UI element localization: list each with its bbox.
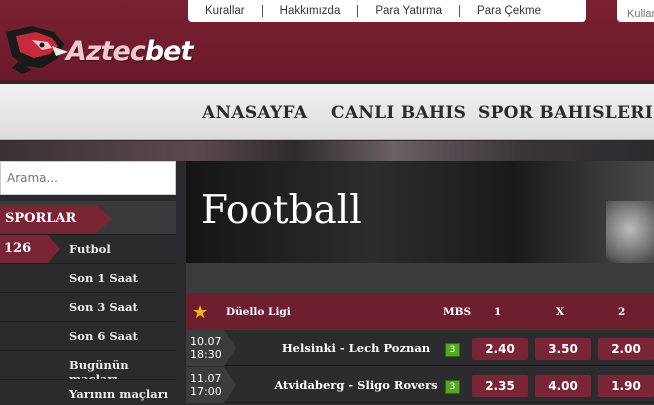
top-links-bar: Kurallar Hakkımızda Para Yatırma Para Çe… xyxy=(188,0,586,22)
main-nav: ANASAYFA CANLI BAHIS SPOR BAHISLERI xyxy=(0,84,654,140)
odd-button-home[interactable]: 2.40 xyxy=(472,338,528,360)
page-title: Football xyxy=(201,188,362,233)
sidebar-item-tomorrow[interactable]: Yarının maçları xyxy=(0,379,176,405)
sports-sidebar: SPORLAR 126 Futbol Son 1 Saat Son 3 Saat… xyxy=(0,201,176,405)
match-date: 10.07 xyxy=(190,335,222,348)
top-link-deposit[interactable]: Para Yatırma xyxy=(358,5,461,17)
search-input[interactable] xyxy=(0,161,176,195)
top-link-about[interactable]: Hakkımızda xyxy=(263,5,359,17)
main-content: Football ★ Düello Ligi MBS 1 X 2 10.07 1… xyxy=(186,161,654,405)
match-row[interactable]: 11.07 17:00 Atvidaberg - Sligo Rovers 3 … xyxy=(186,367,654,403)
sidebar-item-last-6h[interactable]: Son 6 Saat xyxy=(0,321,176,350)
logo-text-bet: bet xyxy=(144,36,194,67)
nav-sports-betting[interactable]: SPOR BAHISLERI xyxy=(478,103,653,123)
odd-button-home[interactable]: 2.35 xyxy=(472,375,528,397)
sidebar-item-label: Son 1 Saat xyxy=(69,271,138,285)
site-logo[interactable]: Aztecbet xyxy=(2,22,202,78)
odd-button-away[interactable]: 1.90 xyxy=(598,375,654,397)
sidebar-item-label: Futbol xyxy=(69,242,111,256)
logo-text-aztec: Aztec xyxy=(66,36,146,67)
match-time: 18:30 xyxy=(190,348,222,361)
league-header: ★ Düello Ligi MBS 1 X 2 xyxy=(186,293,654,330)
mbs-badge: 3 xyxy=(445,343,460,357)
top-link-rules[interactable]: Kurallar xyxy=(188,5,263,17)
mbs-badge: 3 xyxy=(445,380,460,394)
banner-strip xyxy=(0,141,654,161)
column-header-x: X xyxy=(556,306,565,318)
match-datetime: 10.07 18:30 xyxy=(190,335,222,361)
star-icon[interactable]: ★ xyxy=(192,302,208,323)
league-name: Düello Ligi xyxy=(226,306,291,318)
match-teams[interactable]: Helsinki - Lech Poznan xyxy=(246,341,466,355)
column-header-1: 1 xyxy=(494,306,502,318)
sidebar-item-last-3h[interactable]: Son 3 Saat xyxy=(0,292,176,321)
site-header: Kurallar Hakkımızda Para Yatırma Para Çe… xyxy=(0,0,654,82)
sidebar-item-last-1h[interactable]: Son 1 Saat xyxy=(0,263,176,292)
eagle-mask-icon xyxy=(6,26,68,74)
nav-home[interactable]: ANASAYFA xyxy=(202,103,307,123)
sidebar-item-football[interactable]: 126 Futbol xyxy=(0,234,176,263)
sport-hero-banner: Football xyxy=(186,161,654,263)
football-count: 126 xyxy=(4,241,32,256)
odd-button-away[interactable]: 2.00 xyxy=(598,338,654,360)
match-date: 11.07 xyxy=(190,372,222,385)
username-input[interactable] xyxy=(617,0,654,22)
odd-button-draw[interactable]: 4.00 xyxy=(535,375,591,397)
sports-section-label: SPORLAR xyxy=(5,211,77,226)
sidebar-item-today[interactable]: Bugünün maçları xyxy=(0,350,176,386)
toolbar-strip xyxy=(186,263,654,293)
match-time: 17:00 xyxy=(190,385,222,398)
match-teams[interactable]: Atvidaberg - Sligo Rovers xyxy=(246,378,466,392)
sidebar-item-label: Son 3 Saat xyxy=(69,300,138,314)
column-header-2: 2 xyxy=(618,306,626,318)
match-row[interactable]: 10.07 18:30 Helsinki - Lech Poznan 3 2.4… xyxy=(186,330,654,366)
hero-player-image xyxy=(606,201,654,263)
top-link-withdraw[interactable]: Para Çekme xyxy=(460,5,558,17)
odd-button-draw[interactable]: 3.50 xyxy=(535,338,591,360)
sidebar-item-label: Yarının maçları xyxy=(69,387,169,401)
logo-wordmark: Aztecbet xyxy=(66,36,194,67)
sidebar-item-label: Son 6 Saat xyxy=(69,329,138,343)
column-header-mbs: MBS xyxy=(443,306,472,318)
nav-live-betting[interactable]: CANLI BAHIS xyxy=(331,103,466,123)
match-datetime: 11.07 17:00 xyxy=(190,372,222,398)
sports-section-header: SPORLAR xyxy=(0,201,176,234)
